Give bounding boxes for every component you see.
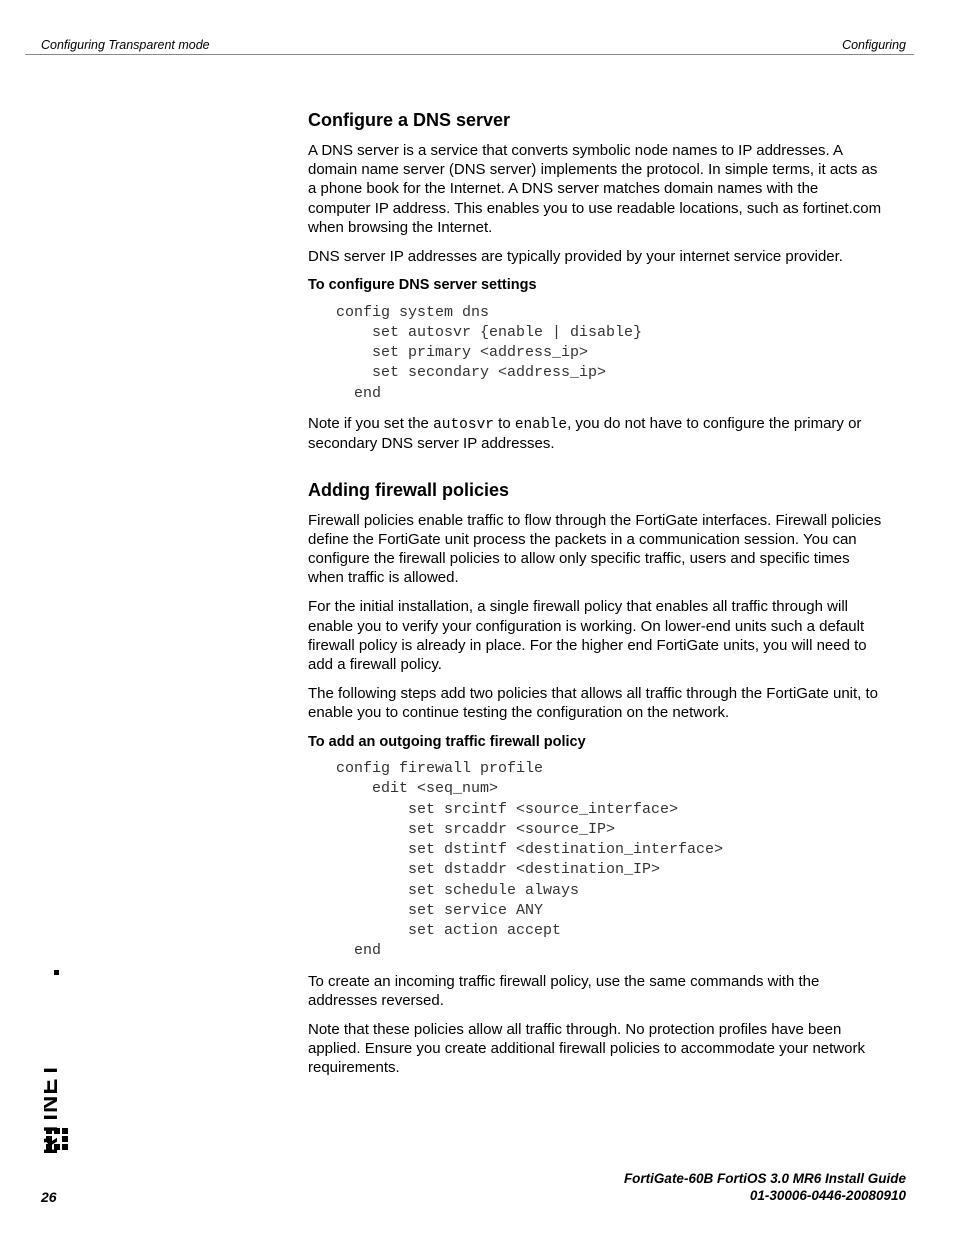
footer: FortiGate-60B FortiOS 3.0 MR6 Install Gu… [0,1171,906,1205]
paragraph-note: Note if you set the autosvr to enable, y… [308,414,884,454]
footer-guide-title: FortiGate-60B FortiOS 3.0 MR6 Install Gu… [0,1171,906,1188]
header-left: Configuring Transparent mode [41,38,210,52]
svg-text:F RTINET: F RTINET [44,1062,63,1155]
text: Note if you set the [308,415,433,432]
text: to [494,415,515,432]
paragraph: For the initial installation, a single f… [308,597,884,674]
heading-firewall-policies: Adding firewall policies [308,480,884,501]
paragraph: Firewall policies enable traffic to flow… [308,511,884,588]
inline-code: autosvr [433,417,494,433]
document-page: Configuring Transparent mode Configuring… [0,0,954,1235]
paragraph: The following steps add two policies tha… [308,684,884,722]
subheading-outgoing-policy: To add an outgoing traffic firewall poli… [308,733,884,752]
subheading-dns-settings: To configure DNS server settings [308,276,884,295]
inline-code: enable [515,417,567,433]
code-block-dns: config system dns set autosvr {enable | … [336,303,884,404]
paragraph: A DNS server is a service that converts … [308,141,884,237]
header-right: Configuring [842,38,906,52]
code-block-firewall: config firewall profile edit <seq_num> s… [336,759,884,962]
heading-configure-dns: Configure a DNS server [308,110,884,131]
paragraph: Note that these policies allow all traff… [308,1020,884,1078]
paragraph: DNS server IP addresses are typically pr… [308,247,884,266]
paragraph: To create an incoming traffic firewall p… [308,972,884,1010]
fortinet-logo: F RTINET [44,970,70,1155]
header-rule [25,54,914,55]
footer-doc-id: 01-30006-0446-20080910 [0,1188,906,1205]
main-content: Configure a DNS server A DNS server is a… [308,110,884,1088]
